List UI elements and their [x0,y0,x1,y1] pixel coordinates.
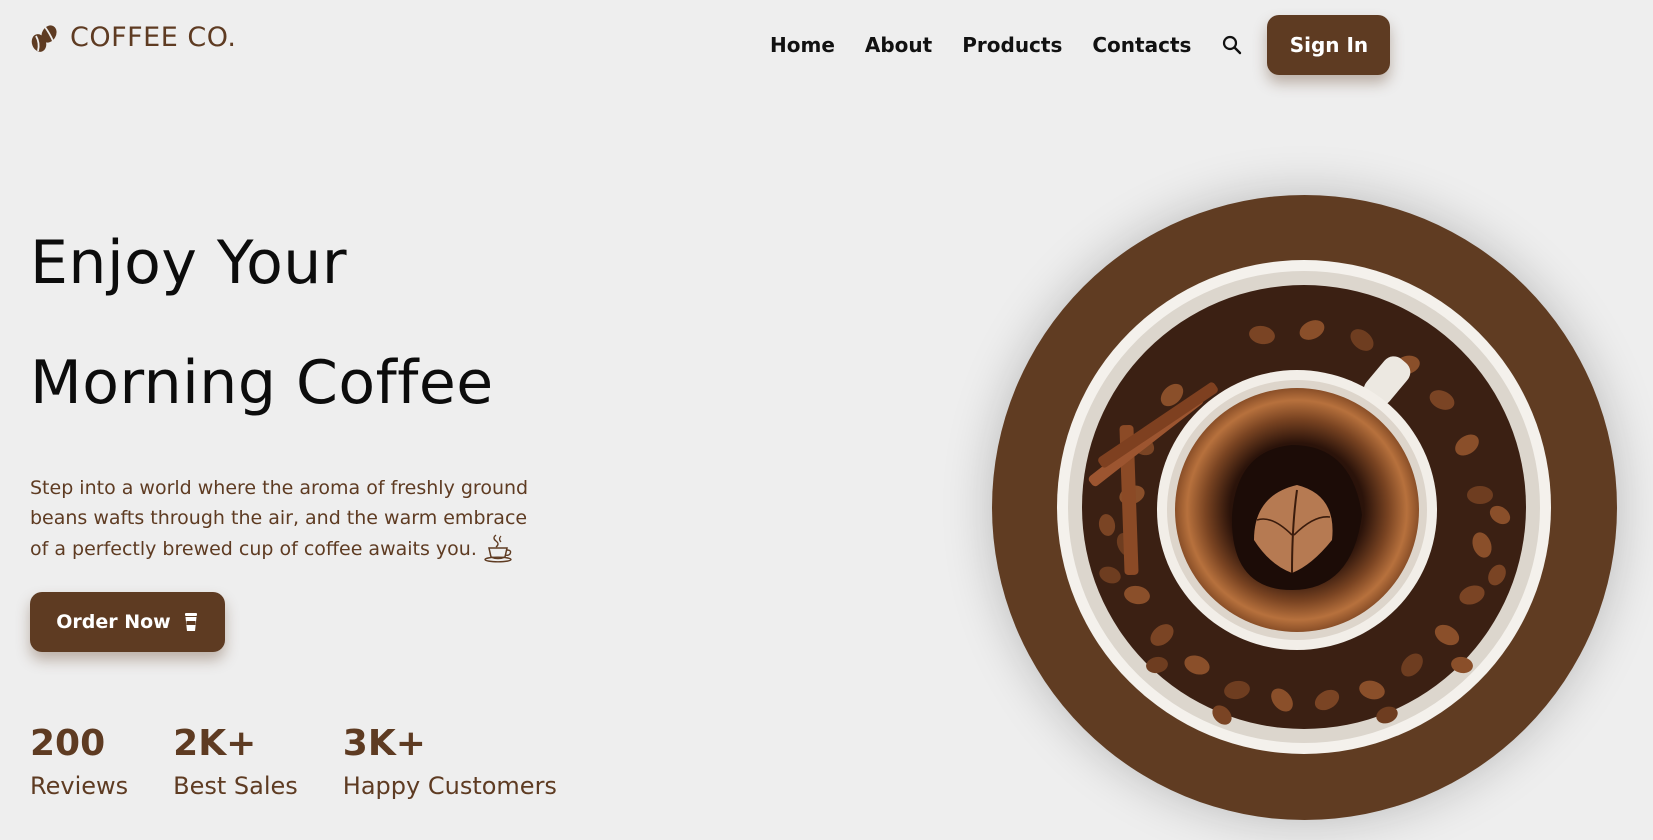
nav-link-home[interactable]: Home [770,33,835,57]
stat-best-sales: 2K+ Best Sales [173,722,298,800]
main-nav: Home About Products Contacts Sign In [770,15,1391,75]
order-now-label: Order Now [56,611,171,633]
brand-name: COFFEE CO. [70,22,237,53]
hero-title-line-1: Enjoy Your [30,228,347,298]
brand-logo[interactable]: COFFEE CO. [30,22,236,53]
stat-label: Reviews [30,772,129,800]
coffee-cup-illustration [1057,260,1551,754]
hero-title-line-2: Morning Coffee [30,348,494,418]
nav-link-contacts[interactable]: Contacts [1092,33,1191,57]
sign-in-button[interactable]: Sign In [1267,15,1391,75]
nav-link-about[interactable]: About [865,33,932,57]
stat-label: Best Sales [173,772,298,800]
hero-coffee-image [992,195,1617,820]
stat-reviews: 200 Reviews [30,722,128,800]
hero-description-text: Step into a world where the aroma of fre… [30,477,529,560]
search-icon[interactable] [1221,34,1243,56]
coffee-cup-icon [184,613,197,631]
hero-description: Step into a world where the aroma of fre… [30,473,550,564]
stat-value: 3K+ [342,723,426,764]
stat-value: 2K+ [173,723,257,764]
coffee-beans-icon [31,24,57,52]
stat-value: 200 [30,723,106,764]
nav-link-products[interactable]: Products [962,33,1062,57]
stats: 200 Reviews 2K+ Best Sales 3K+ Happy Cus… [30,722,602,800]
stat-label: Happy Customers [342,772,557,800]
order-now-button[interactable]: Order Now [30,592,225,652]
stat-happy-customers: 3K+ Happy Customers [343,722,557,800]
coffee-cup-icon [484,534,512,563]
